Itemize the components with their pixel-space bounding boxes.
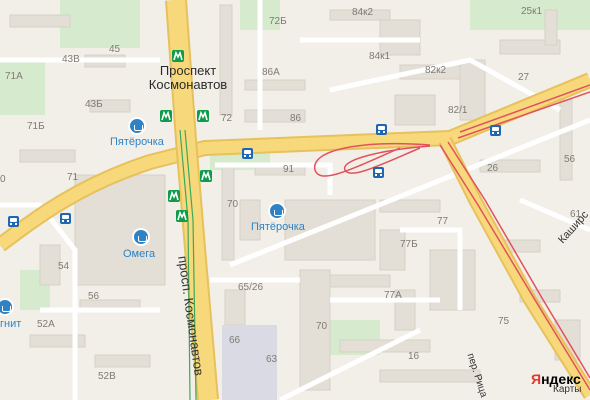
map-view[interactable]: 43В 45 71А 43Б 71Б 71 54 56 52А 52В 72Б … — [0, 0, 590, 400]
house-number: 71Б — [27, 121, 45, 132]
house-number: 66 — [229, 335, 241, 346]
house-number: 72 — [221, 113, 233, 124]
poi-label[interactable]: Пятёрочка — [110, 136, 164, 148]
house-number: 0 — [0, 174, 6, 185]
house-number: 54 — [58, 261, 70, 272]
house-number: 70 — [227, 199, 239, 210]
metro-entrance-icon[interactable] — [168, 190, 180, 202]
house-number: 71А — [5, 71, 23, 82]
house-number: 77 — [437, 216, 449, 227]
map-base-layer — [0, 0, 590, 400]
house-number: 16 — [408, 351, 420, 362]
metro-station-label[interactable]: Проспект Космонавтов — [140, 64, 240, 92]
shop-icon[interactable] — [268, 202, 286, 220]
house-number: 82к2 — [425, 65, 447, 76]
shop-icon[interactable] — [132, 228, 150, 246]
house-number: 27 — [518, 72, 530, 83]
house-number: 45 — [109, 44, 121, 55]
house-number: 52В — [98, 371, 116, 382]
bus-stop-icon[interactable] — [242, 148, 253, 159]
shop-icon[interactable] — [128, 117, 146, 135]
house-number: 52А — [37, 319, 55, 330]
house-number: 86А — [262, 67, 280, 78]
house-number: 56 — [564, 154, 576, 165]
house-number: 43В — [62, 54, 80, 65]
poi-label[interactable]: Омега — [123, 248, 155, 260]
buildings — [9, 4, 581, 391]
metro-station-name: Проспект Космонавтов — [148, 63, 228, 92]
bus-stop-icon[interactable] — [490, 125, 501, 136]
bus-stop-icon[interactable] — [8, 216, 19, 227]
house-number: 77А — [384, 290, 402, 301]
house-number: 84к1 — [369, 51, 391, 62]
bus-stop-icon[interactable] — [60, 213, 71, 224]
house-number: 63 — [266, 354, 278, 365]
house-number: 91 — [283, 164, 295, 175]
house-number: 84к2 — [352, 7, 374, 18]
house-number: 25к1 — [521, 6, 543, 17]
house-number: 75 — [498, 316, 510, 327]
house-number: 70 — [316, 321, 328, 332]
metro-entrance-icon[interactable] — [197, 110, 209, 122]
logo-letter: Я — [531, 371, 542, 387]
house-number: 82/1 — [448, 105, 468, 116]
house-number: 72Б — [269, 16, 287, 27]
house-number: 77Б — [400, 239, 418, 250]
poi-label[interactable]: гнит — [0, 318, 21, 330]
house-number: 43Б — [85, 99, 103, 110]
house-number: 86 — [290, 113, 302, 124]
house-number: 65/26 — [238, 282, 264, 293]
house-number: 26 — [487, 163, 499, 174]
metro-entrance-icon[interactable] — [160, 110, 172, 122]
logo-subtext: Карты — [553, 384, 582, 395]
bus-stop-icon[interactable] — [376, 124, 387, 135]
metro-entrance-icon[interactable] — [176, 210, 188, 222]
house-number: 56 — [88, 291, 100, 302]
poi-label[interactable]: Пятёрочка — [251, 221, 305, 233]
metro-entrance-icon[interactable] — [200, 170, 212, 182]
bus-stop-icon[interactable] — [373, 167, 384, 178]
metro-icon[interactable] — [172, 50, 184, 62]
house-number: 71 — [67, 172, 79, 183]
